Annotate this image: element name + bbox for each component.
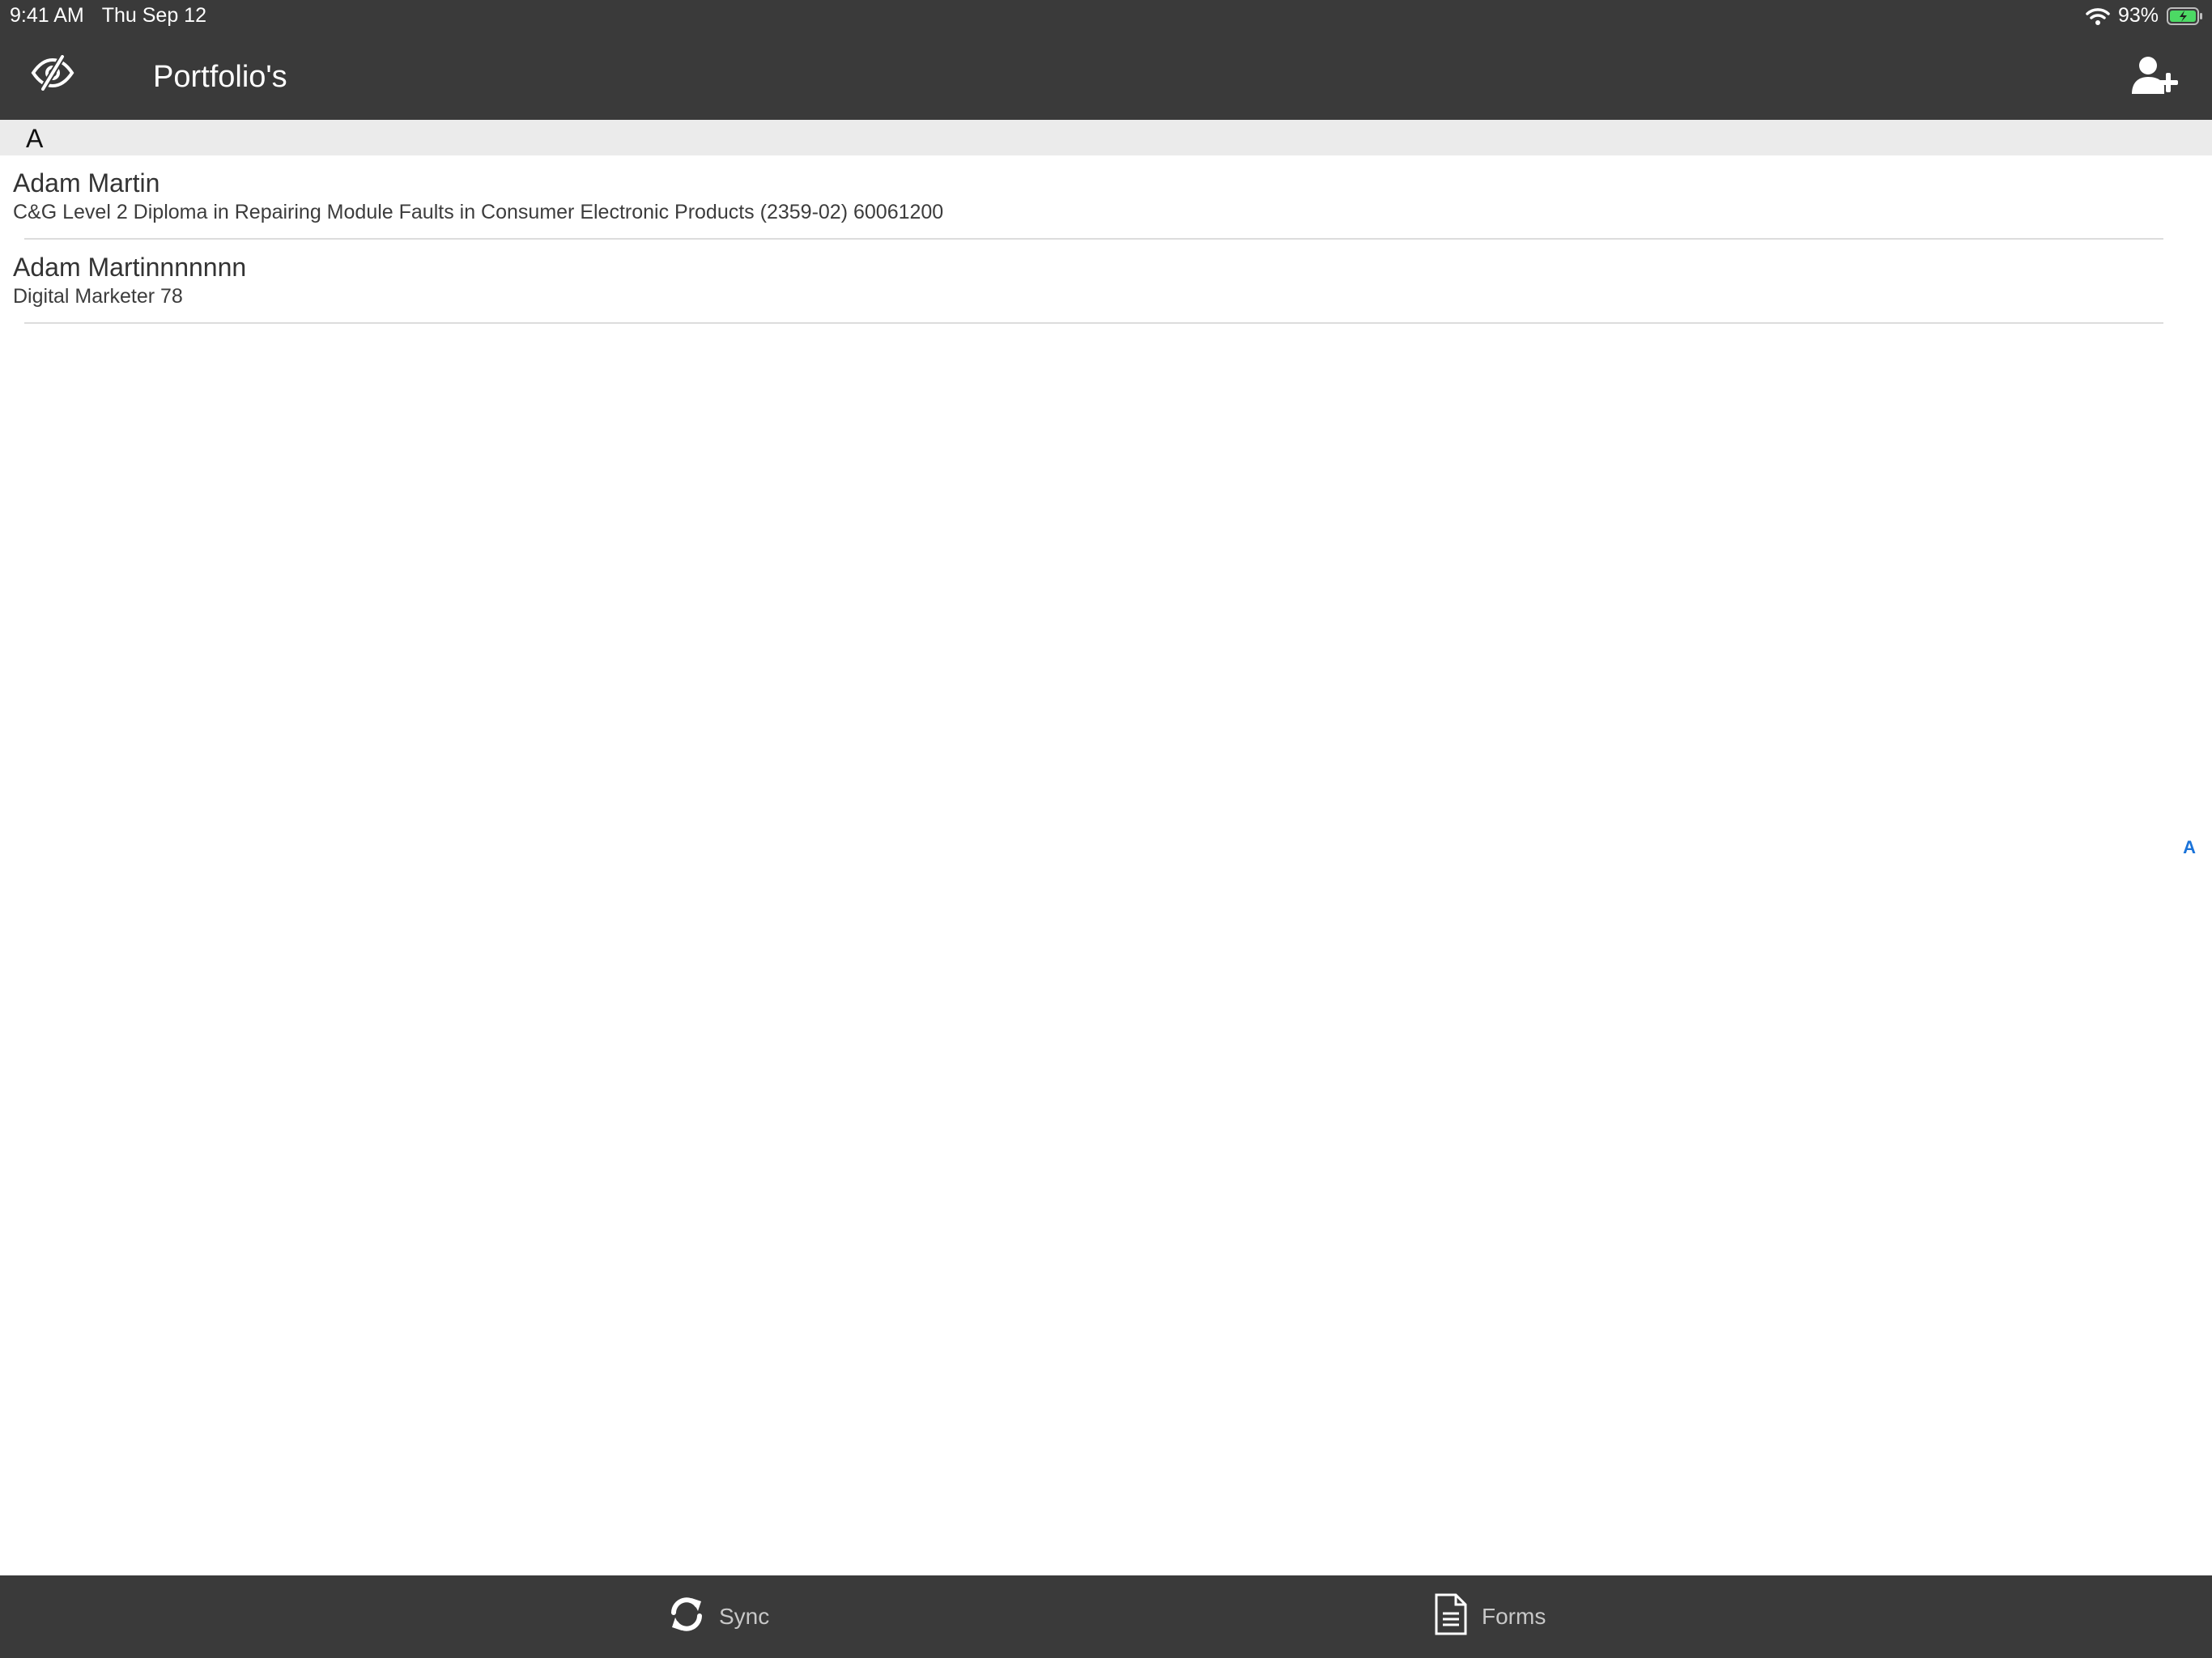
status-date: Thu Sep 12 <box>101 4 206 27</box>
list-item[interactable]: Adam Martinnnnnnn Digital Marketer 78 <box>0 240 2212 324</box>
tab-forms-label: Forms <box>1482 1604 1546 1629</box>
navigation-bar: Portfolio's <box>0 32 2212 120</box>
portfolio-qualification: C&G Level 2 Diploma in Repairing Module … <box>13 201 944 223</box>
portfolio-list: Adam Martin C&G Level 2 Diploma in Repai… <box>0 155 2212 324</box>
list-item[interactable]: Adam Martin C&G Level 2 Diploma in Repai… <box>0 155 2212 240</box>
battery-icon <box>2167 6 2204 25</box>
add-user-button[interactable] <box>2126 53 2183 100</box>
document-icon <box>1433 1592 1469 1642</box>
sync-icon <box>667 1595 706 1639</box>
page-title: Portfolio's <box>153 60 287 94</box>
add-user-icon <box>2130 55 2179 100</box>
section-index-letter[interactable]: A <box>2183 837 2196 858</box>
battery-percentage: 93% <box>2117 4 2159 27</box>
tab-bar: Sync Forms <box>0 1575 2212 1658</box>
status-left: 9:41 AM Thu Sep 12 <box>10 4 206 28</box>
status-right: 93% <box>2086 4 2204 28</box>
status-time: 9:41 AM <box>10 4 84 27</box>
section-header-letter: A <box>26 124 44 153</box>
visibility-toggle-button[interactable] <box>24 50 81 99</box>
tab-sync-label: Sync <box>719 1604 770 1629</box>
tab-sync[interactable]: Sync <box>667 1595 769 1639</box>
portfolio-name: Adam Martin <box>13 168 160 198</box>
portfolio-name: Adam Martinnnnnnn <box>13 253 247 282</box>
wifi-icon <box>2086 6 2110 26</box>
status-bar: 9:41 AM Thu Sep 12 93% <box>0 0 2212 32</box>
list-separator <box>24 322 2163 324</box>
screen: 9:41 AM Thu Sep 12 93% Portfolio's A Ada… <box>0 0 2212 1658</box>
portfolio-qualification: Digital Marketer 78 <box>13 285 183 308</box>
tab-forms[interactable]: Forms <box>1433 1592 1546 1642</box>
eye-slash-icon <box>30 54 75 95</box>
section-header: A <box>0 120 2212 155</box>
